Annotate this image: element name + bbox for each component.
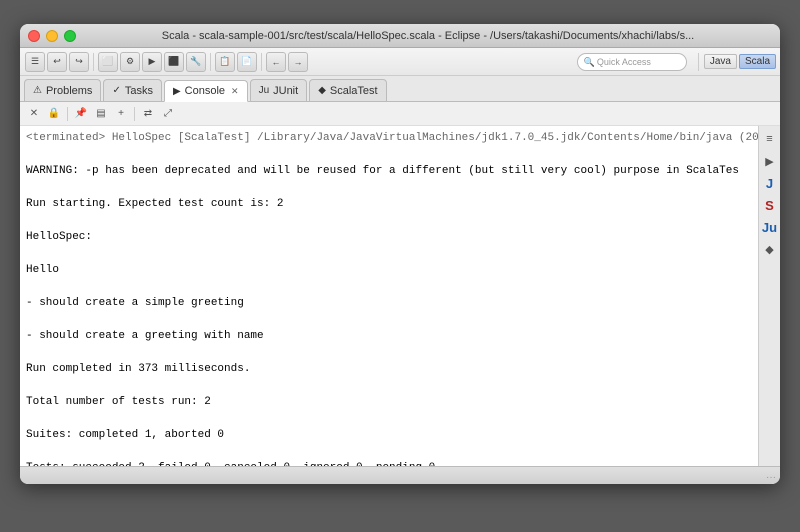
console-container: <terminated> HelloSpec [ScalaTest] /Libr…	[20, 126, 780, 466]
toolbar-sep-3	[261, 53, 262, 71]
window-title: Scala - scala-sample-001/src/test/scala/…	[84, 30, 772, 42]
tab-sep-1	[67, 107, 68, 121]
toolbar-btn-3[interactable]: ↪	[69, 52, 89, 72]
toolbar-btn-6[interactable]: ▶	[142, 52, 162, 72]
toolbar-btn-9[interactable]: 📋	[215, 52, 235, 72]
traffic-lights	[28, 30, 76, 42]
tab-scalatest[interactable]: ◆ ScalaTest	[309, 79, 386, 101]
tab-tasks[interactable]: ✓ Tasks	[103, 79, 162, 101]
toolbar-btn-4[interactable]: ⬜	[98, 52, 118, 72]
toolbar-btn-1[interactable]: ☰	[25, 52, 45, 72]
side-scala-icon[interactable]: S	[761, 196, 779, 214]
quick-access-area: 🔍 Quick Access	[577, 53, 687, 71]
tab-problems-label: Problems	[46, 85, 92, 97]
perspective-scala[interactable]: Scala	[739, 54, 776, 69]
console-line-8: Total number of tests run: 2	[26, 396, 211, 408]
toolbar-sep-1	[93, 53, 94, 71]
main-toolbar: ☰ ↩ ↪ ⬜ ⚙ ▶ ⬛ 🔧 📋 📄 ← → 🔍 Quick Access J…	[20, 48, 780, 76]
console-line-3: HelloSpec:	[26, 231, 92, 243]
quick-access-search[interactable]: 🔍 Quick Access	[577, 53, 687, 71]
tab-tasks-label: Tasks	[125, 85, 153, 97]
quick-access-label: Quick Access	[597, 57, 651, 67]
clear-console-btn[interactable]: ✕	[25, 105, 43, 123]
tab-console-label: Console	[185, 85, 225, 97]
side-icons-panel: ≡ ▶ J S Ju ◆	[758, 126, 780, 466]
persp-sep	[698, 53, 699, 71]
console-tab-close[interactable]: ✕	[231, 86, 239, 97]
tab-junit-label: JUnit	[273, 85, 298, 97]
console-text-block: <terminated> HelloSpec [ScalaTest] /Libr…	[26, 130, 752, 466]
side-java-icon[interactable]: J	[761, 174, 779, 192]
console-line-5: - should create a simple greeting	[26, 297, 244, 309]
console-icon: ▶	[173, 86, 181, 97]
console-line-2: Run starting. Expected test count is: 2	[26, 198, 283, 210]
console-line-6: - should create a greeting with name	[26, 330, 264, 342]
tab-sep-2	[134, 107, 135, 121]
maximize-view-btn[interactable]: ⤢	[159, 105, 177, 123]
side-console-icon[interactable]: ▶	[761, 152, 779, 170]
problems-icon: ⚠	[33, 85, 42, 96]
search-icon: 🔍	[584, 57, 594, 67]
tasks-icon: ✓	[112, 85, 120, 96]
toolbar-btn-11[interactable]: ←	[266, 52, 286, 72]
console-line-4: Hello	[26, 264, 59, 276]
status-bar	[20, 466, 780, 484]
new-console-btn[interactable]: +	[112, 105, 130, 123]
close-button[interactable]	[28, 30, 40, 42]
scalatest-icon: ◆	[318, 85, 326, 96]
pin-btn[interactable]: 📌	[72, 105, 90, 123]
tab-junit[interactable]: Ju JUnit	[250, 79, 308, 101]
resize-handle[interactable]	[766, 472, 774, 480]
tab-scalatest-label: ScalaTest	[330, 85, 378, 97]
toolbar-btn-7[interactable]: ⬛	[164, 52, 184, 72]
toolbar-btn-8[interactable]: 🔧	[186, 52, 206, 72]
perspective-area: Java Scala	[695, 53, 776, 71]
tab-problems[interactable]: ⚠ Problems	[24, 79, 101, 101]
toolbar-btn-2[interactable]: ↩	[47, 52, 67, 72]
tab-bar: ⚠ Problems ✓ Tasks ▶ Console ✕ Ju JUnit …	[20, 76, 780, 102]
title-bar: Scala - scala-sample-001/src/test/scala/…	[20, 24, 780, 48]
scroll-lock-btn[interactable]: 🔒	[45, 105, 63, 123]
minimize-button[interactable]	[46, 30, 58, 42]
link-with-editor-btn[interactable]: ⇄	[139, 105, 157, 123]
junit-icon: Ju	[259, 85, 270, 96]
console-line-1: WARNING: -p has been deprecated and will…	[26, 165, 739, 177]
toolbar-btn-10[interactable]: 📄	[237, 52, 257, 72]
side-ju-icon[interactable]: Ju	[761, 218, 779, 236]
toolbar-sep-2	[210, 53, 211, 71]
eclipse-window: Scala - scala-sample-001/src/test/scala/…	[20, 24, 780, 484]
toolbar-btn-12[interactable]: →	[288, 52, 308, 72]
console-output: <terminated> HelloSpec [ScalaTest] /Libr…	[20, 126, 758, 466]
tab-toolbar: ✕ 🔒 📌 ▤ + ⇄ ⤢	[20, 102, 780, 126]
console-line-9: Suites: completed 1, aborted 0	[26, 429, 224, 441]
tab-console[interactable]: ▶ Console ✕	[164, 80, 248, 102]
side-scalatest-icon[interactable]: ◆	[761, 240, 779, 258]
console-header: <terminated> HelloSpec [ScalaTest] /Libr…	[26, 132, 758, 144]
side-tasks-icon[interactable]: ≡	[761, 130, 779, 148]
maximize-button[interactable]	[64, 30, 76, 42]
open-console-btn[interactable]: ▤	[92, 105, 110, 123]
console-line-7: Run completed in 373 milliseconds.	[26, 363, 250, 375]
perspective-java[interactable]: Java	[704, 54, 737, 69]
toolbar-btn-5[interactable]: ⚙	[120, 52, 140, 72]
